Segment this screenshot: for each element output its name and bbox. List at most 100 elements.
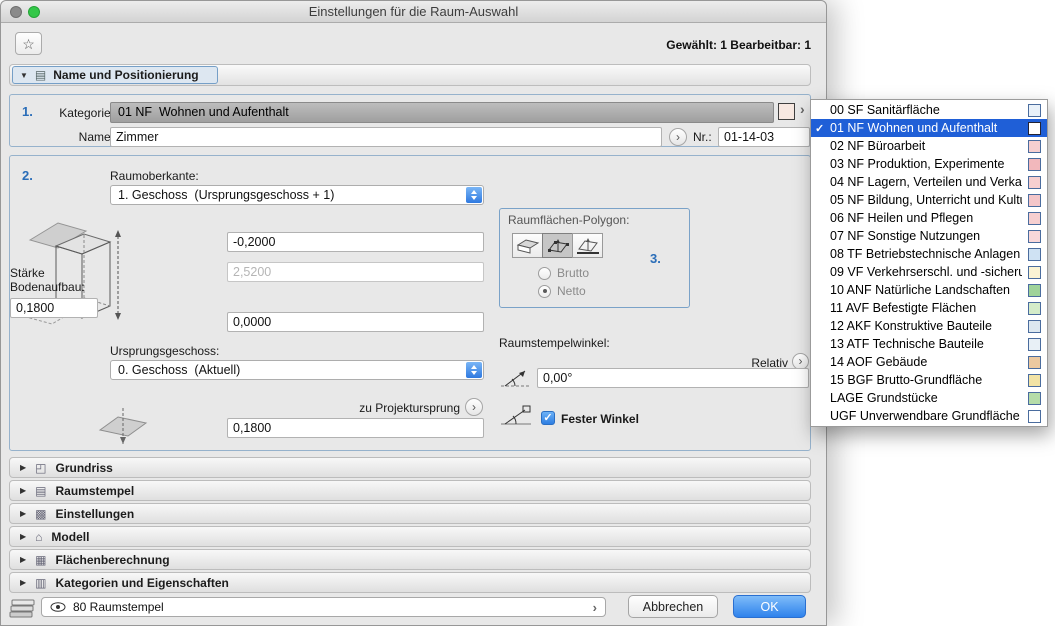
titlebar[interactable]: Einstellungen für die Raum-Auswahl [1,1,826,23]
collapsed-section-bar[interactable]: ▶ ▦ Flächenberechnung [9,549,811,570]
room-stamp-icon: ▤ [35,485,46,497]
nr-label: Nr.: [693,130,712,144]
fixed-angle-icon [499,404,533,430]
chevron-right-icon: › [799,354,803,368]
triangle-right-icon: ▶ [20,463,26,472]
netto-radio[interactable] [538,285,551,298]
category-option[interactable]: 08 TF Betriebstechnische Anlagen [811,245,1047,263]
category-option[interactable]: 07 NF Sonstige Nutzungen [811,227,1047,245]
category-option[interactable]: ✓ 01 NF Wohnen und Aufenthalt [811,119,1047,137]
chevron-right-icon[interactable]: › [800,101,805,117]
triangle-right-icon: ▶ [20,555,26,564]
name-expand-button[interactable]: › [669,128,687,146]
category-option[interactable]: 14 AOF Gebäude [811,353,1047,371]
cancel-button[interactable]: Abbrechen [628,595,718,618]
polygon-mode-net-button[interactable] [542,233,573,258]
raumoberkante-select[interactable]: 1. Geschoss (Ursprungsgeschoss + 1) [110,185,484,205]
category-color-swatch [1028,266,1041,279]
section-title: Name und Positionierung [53,68,198,82]
netto-radio-row[interactable]: Netto [538,284,586,298]
collapsed-section-label: Einstellungen [56,507,135,521]
nr-input[interactable] [718,127,810,147]
polygon-3d-icon [516,237,540,255]
name-input[interactable] [110,127,662,147]
bottom-offset-input[interactable] [227,312,484,332]
category-option-label: 14 AOF Gebäude [830,355,1022,369]
triangle-right-icon: ▶ [20,532,26,541]
chevron-right-icon: › [593,600,597,615]
category-option-label: 11 AVF Befestigte Flächen [830,301,1022,315]
stepper-icon[interactable] [466,362,482,378]
star-icon: ☆ [22,36,35,52]
category-option[interactable]: 05 NF Bildung, Unterricht und Kultur [811,191,1047,209]
ok-button[interactable]: OK [733,595,806,618]
stepper-icon[interactable] [466,187,482,203]
category-color-swatch [1028,140,1041,153]
top-offset-input[interactable] [227,232,484,252]
category-color-swatch [1028,194,1041,207]
favorites-button[interactable]: ☆ [15,32,42,55]
brutto-radio-row[interactable]: Brutto [538,266,589,280]
category-option-label: 15 BGF Brutto-Grundfläche [830,373,1022,387]
category-color-swatch [1028,230,1041,243]
category-option[interactable]: 12 AKF Konstruktive Bauteile [811,317,1047,335]
category-color-swatch [1028,284,1041,297]
category-option[interactable]: 15 BGF Brutto-Grundfläche [811,371,1047,389]
subfloor-input[interactable] [227,418,484,438]
raumflaechen-polygon-group: Raumflächen-Polygon: [499,208,690,308]
winkel-input[interactable] [537,368,809,388]
category-option-label: 05 NF Bildung, Unterricht und Kultur [830,193,1022,207]
kategorie-dropdown[interactable]: 01 NF Wohnen und Aufenthalt [110,102,774,123]
category-option[interactable]: 02 NF Büroarbeit [811,137,1047,155]
category-option[interactable]: 11 AVF Befestigte Flächen [811,299,1047,317]
chevron-right-icon: › [472,400,476,414]
polygon-mode-3d-button[interactable] [512,233,543,258]
category-option-label: 02 NF Büroarbeit [830,139,1022,153]
window-zoom-button[interactable] [28,6,40,18]
zu-projektursprung-button[interactable]: › [465,398,483,416]
staerke-input[interactable] [10,298,98,318]
category-option[interactable]: 00 SF Sanitärfläche [811,101,1047,119]
section-title-focus[interactable]: ▼ ▤ Name und Positionierung [12,66,218,84]
category-option[interactable]: UGF Unverwendbare Grundfläche [811,407,1047,425]
check-icon: ✓ [815,122,830,135]
zu-projektursprung-label: zu Projektursprung [250,401,460,415]
polygon-net-icon [546,237,570,255]
collapsed-section-bar[interactable]: ▶ ◰ Grundriss [9,457,811,478]
category-popup: 00 SF Sanitärfläche ✓ 01 NF Wohnen und A… [810,99,1048,427]
category-color-swatch [1028,374,1041,387]
fester-winkel-checkbox[interactable]: ✓ [541,411,555,425]
layer-dropdown[interactable]: 80 Raumstempel › [41,597,606,617]
collapsed-section-bar[interactable]: ▶ ▥ Kategorien und Eigenschaften [9,572,811,593]
staerke-label-line2: Bodenaufbau: [10,280,85,294]
triangle-down-icon[interactable]: ▼ [20,71,28,80]
window-close-button[interactable] [10,6,22,18]
category-option-label: 07 NF Sonstige Nutzungen [830,229,1022,243]
category-option[interactable]: 10 ANF Natürliche Landschaften [811,281,1047,299]
category-color-swatch [1028,248,1041,261]
collapsed-section-bar[interactable]: ▶ ▤ Raumstempel [9,480,811,501]
window-title: Einstellungen für die Raum-Auswahl [1,1,826,23]
kategorie-color-swatch[interactable] [778,103,795,120]
category-option-label: 06 NF Heilen und Pflegen [830,211,1022,225]
brutto-radio[interactable] [538,267,551,280]
category-option[interactable]: 04 NF Lagern, Verteilen und Verkaufen [811,173,1047,191]
category-option[interactable]: 06 NF Heilen und Pflegen [811,209,1047,227]
category-option[interactable]: 09 VF Verkehrserschl. und -sicherung [811,263,1047,281]
collapsed-section-label: Modell [51,530,89,544]
layer-dropdown-value: 80 Raumstempel [73,600,164,614]
category-option[interactable]: 03 NF Produktion, Experimente [811,155,1047,173]
category-option[interactable]: 13 ATF Technische Bauteile [811,335,1047,353]
category-option-label: UGF Unverwendbare Grundfläche [830,409,1022,423]
category-option-label: 09 VF Verkehrserschl. und -sicherung [830,265,1022,279]
category-option[interactable]: LAGE Grundstücke [811,389,1047,407]
category-option-label: 10 ANF Natürliche Landschaften [830,283,1022,297]
section-name-positioning[interactable]: ▼ ▤ Name und Positionierung [9,64,811,86]
ursprungsgeschoss-select[interactable]: 0. Geschoss (Aktuell) [110,360,484,380]
category-color-swatch [1028,356,1041,369]
collapsed-section-bar[interactable]: ▶ ▩ Einstellungen [9,503,811,524]
collapsed-section-bar[interactable]: ▶ ⌂ Modell [9,526,811,547]
polygon-mode-reduced-button[interactable] [572,233,603,258]
polygon-mode-buttons [512,233,602,258]
kategorie-value: 01 NF Wohnen und Aufenthalt [118,105,289,119]
